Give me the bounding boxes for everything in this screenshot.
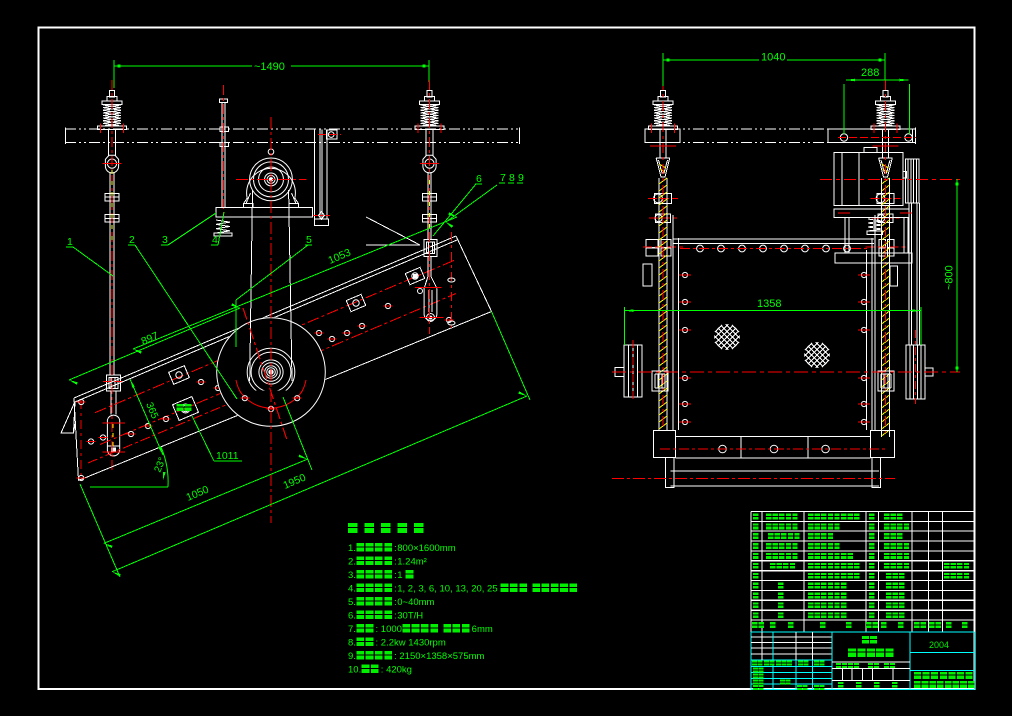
svg-text:5.: 5.: [348, 597, 356, 608]
svg-text:1.24m²: 1.24m²: [397, 557, 427, 568]
svg-text:2: 2: [129, 234, 135, 246]
svg-text:1: 1: [67, 236, 73, 248]
svg-text:10.: 10.: [348, 665, 361, 676]
svg-text:7.: 7.: [348, 624, 356, 635]
svg-text:6.: 6.: [348, 611, 356, 622]
svg-text:~800: ~800: [944, 265, 956, 290]
svg-text:8: 8: [509, 172, 515, 184]
svg-text:9.: 9.: [348, 651, 356, 662]
svg-text:4.: 4.: [348, 584, 356, 595]
svg-text:0~40mm: 0~40mm: [397, 597, 434, 608]
svg-text:: 1000: : 1000: [376, 624, 402, 635]
svg-text:30T/H: 30T/H: [397, 611, 423, 622]
svg-text:7: 7: [500, 172, 506, 184]
svg-text:: 2.2kw 1430rpm: : 2.2kw 1430rpm: [376, 638, 446, 649]
svg-text:2.: 2.: [348, 557, 356, 568]
svg-text:1: 1: [397, 570, 402, 581]
svg-text:9: 9: [518, 172, 524, 184]
svg-text:1358: 1358: [757, 298, 781, 310]
svg-text:5: 5: [306, 234, 312, 246]
svg-text:: 420kg: : 420kg: [381, 665, 412, 676]
svg-text:1, 2, 3, 6, 10, 13, 20, 25: 1, 2, 3, 6, 10, 13, 20, 25: [397, 584, 497, 595]
svg-text:2004: 2004: [929, 640, 949, 650]
svg-text:3: 3: [162, 234, 168, 246]
svg-text:6: 6: [476, 173, 482, 185]
svg-text:1011: 1011: [216, 450, 239, 462]
svg-text:~1490: ~1490: [254, 61, 285, 73]
svg-text:3.: 3.: [348, 570, 356, 581]
svg-text:8.: 8.: [348, 638, 356, 649]
svg-text:288: 288: [861, 67, 879, 79]
svg-text:1040: 1040: [761, 52, 785, 64]
svg-text:1.: 1.: [348, 543, 356, 554]
svg-text:800×1600mm: 800×1600mm: [397, 543, 455, 554]
svg-text:4: 4: [212, 234, 218, 246]
svg-text:: 2150×1358×575mm: : 2150×1358×575mm: [394, 651, 484, 662]
svg-text:6mm: 6mm: [472, 624, 493, 635]
